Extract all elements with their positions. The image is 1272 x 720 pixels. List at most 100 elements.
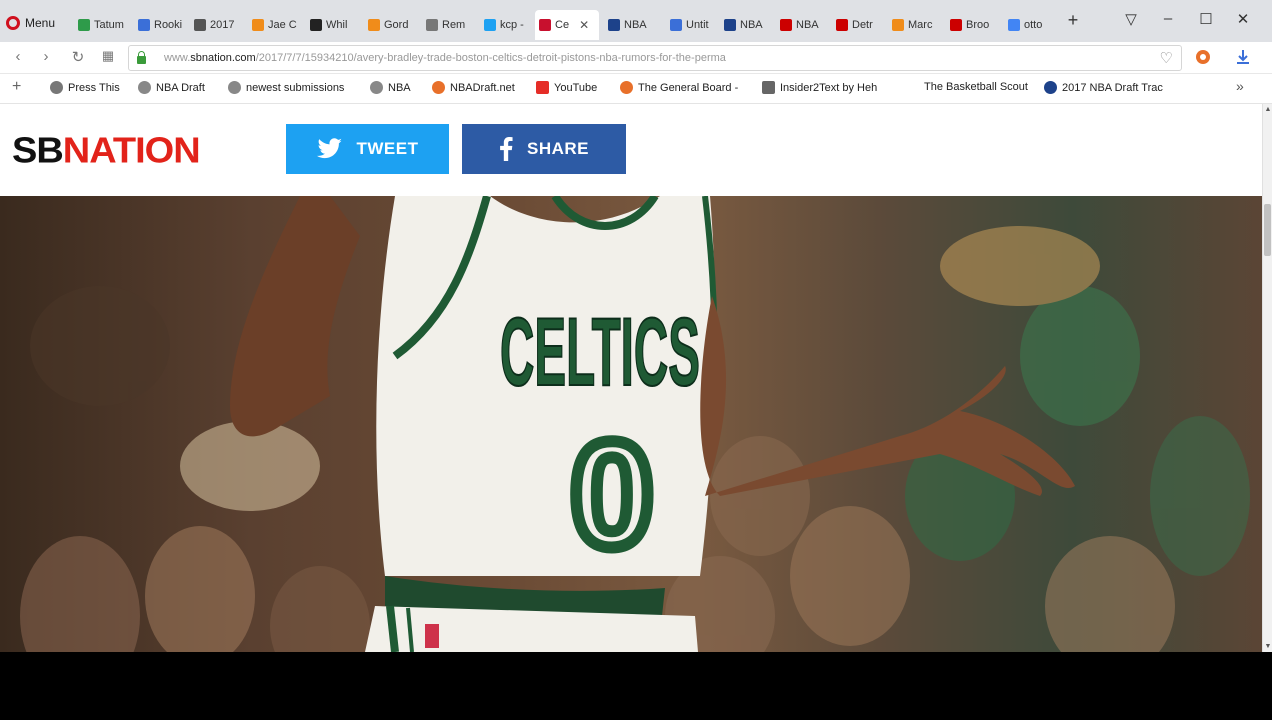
browser-tab[interactable]: Rooki <box>134 12 188 38</box>
tab-label: kcp - <box>500 19 524 31</box>
bookmark-label: Press This <box>68 81 120 94</box>
facebook-share-button[interactable]: SHARE <box>462 124 626 174</box>
bookmark-label: 2017 NBA Draft Trac <box>1062 81 1163 94</box>
browser-tab[interactable]: otto <box>1004 12 1058 38</box>
bookmark-item[interactable]: newest submissions <box>228 81 344 94</box>
scrollbar-thumb[interactable] <box>1264 204 1271 256</box>
reddit-icon <box>138 81 151 94</box>
logo-sb-text: SB <box>12 131 64 171</box>
menu-label: Menu <box>25 16 56 30</box>
basketball-icon <box>432 81 445 94</box>
tab-label: NBA <box>796 19 819 31</box>
bookmark-item[interactable]: YouTube <box>536 81 597 94</box>
bookmark-item[interactable]: Insider2Text by Heh <box>762 81 877 94</box>
speed-dial-icon[interactable]: ▦ <box>98 48 118 64</box>
tab-favicon-icon <box>194 19 206 31</box>
tab-favicon-icon <box>368 19 380 31</box>
tab-favicon-icon <box>426 19 438 31</box>
tab-label: Whil <box>326 19 348 31</box>
jersey-number-text: 0 <box>570 410 653 578</box>
reload-icon[interactable]: ↻ <box>68 48 88 66</box>
tab-label: Gord <box>384 19 409 31</box>
tab-label: Jae C <box>268 19 297 31</box>
tab-favicon-icon <box>484 19 496 31</box>
browser-tab[interactable]: Detr <box>832 12 886 38</box>
minimize-icon[interactable]: – <box>1157 10 1179 27</box>
browser-tab[interactable]: NBA <box>604 12 664 38</box>
bookmark-item[interactable]: The Basketball Scout <box>924 81 1028 93</box>
new-tab-icon[interactable]: + <box>1062 10 1084 31</box>
browser-tab[interactable]: Whil <box>306 12 362 38</box>
bookmark-label: Insider2Text by Heh <box>780 81 878 94</box>
tab-label: NBA <box>624 19 647 31</box>
browser-tab[interactable]: Tatum <box>74 12 130 38</box>
tab-label: Rem <box>442 19 466 31</box>
tab-favicon-icon <box>78 19 90 31</box>
tab-label: NBA <box>740 19 763 31</box>
tab-label: Marc <box>908 19 933 31</box>
bookmarks-bar: + Press This NBA Draft newest submissions N… <box>0 74 1272 104</box>
browser-tab[interactable]: 2017 <box>190 12 246 38</box>
tab-label: Tatum <box>94 19 124 31</box>
add-bookmark-icon[interactable]: + <box>12 78 21 96</box>
forward-icon[interactable]: › <box>36 48 56 65</box>
bookmark-item[interactable]: Press This <box>50 81 120 94</box>
browser-tab[interactable]: Broo <box>946 12 1002 38</box>
facebook-icon <box>500 137 513 161</box>
tab-favicon-icon <box>670 19 682 31</box>
bookmark-item[interactable]: NBA Draft <box>138 81 205 94</box>
browser-tab[interactable]: Marc <box>888 12 944 38</box>
tab-favicon-icon <box>780 19 792 31</box>
twitter-bird-icon <box>316 138 342 159</box>
tab-label: Ce <box>555 19 570 31</box>
browser-tab[interactable]: NBA <box>720 12 774 38</box>
bookmark-label: NBA Draft <box>156 81 205 94</box>
bookmark-label: The General Board - <box>638 81 739 94</box>
tab-label: 2017 <box>210 19 235 31</box>
tweet-button[interactable]: TWEET <box>286 124 449 174</box>
sbnation-logo[interactable]: SBNATION <box>12 131 201 172</box>
browser-tab[interactable]: Untit <box>666 12 718 38</box>
browser-tab[interactable]: Gord <box>364 12 420 38</box>
bookmark-item[interactable]: The General Board - <box>620 81 738 94</box>
bookmark-item[interactable]: NBA <box>370 81 411 94</box>
browser-tab[interactable]: Ce ✕ <box>535 10 599 40</box>
bookmark-item[interactable]: 2017 NBA Draft Trac <box>1044 81 1163 94</box>
tab-favicon-icon <box>138 19 150 31</box>
address-bar[interactable]: www. sbnation.com/2017/7/7/15934210/avery… <box>128 45 1182 71</box>
opera-menu-button[interactable]: Menu <box>6 12 55 34</box>
tab-menu-icon[interactable]: ▽ <box>1120 10 1142 28</box>
more-bookmarks-icon[interactable]: » <box>1236 78 1244 94</box>
globe-icon <box>1044 81 1057 94</box>
browser-tab[interactable]: NBA <box>776 12 830 38</box>
download-icon[interactable] <box>1234 48 1252 66</box>
browser-tab[interactable]: Jae C <box>248 12 304 38</box>
page-scrollbar[interactable]: ▲ ▼ <box>1262 104 1272 652</box>
jersey-team-text: CELTICS <box>500 298 700 406</box>
star-bookmark-icon <box>50 81 63 94</box>
scroll-up-icon[interactable]: ▲ <box>1263 106 1272 113</box>
back-icon[interactable]: ‹ <box>8 48 28 65</box>
heart-icon[interactable]: ♡ <box>1160 49 1173 67</box>
basketball-icon <box>620 81 633 94</box>
address-row: ‹ › ↻ ▦ www. sbnation.com/2017/7/7/159342… <box>0 42 1272 74</box>
extension-icon[interactable] <box>1194 48 1212 66</box>
maximize-icon[interactable]: ☐ <box>1195 10 1217 28</box>
site-header: SBNATION TWEET SHARE <box>0 104 1262 196</box>
tab-label: otto <box>1024 19 1043 31</box>
reddit-icon <box>370 81 383 94</box>
bookmark-item[interactable]: NBADraft.net <box>432 81 515 94</box>
browser-tab[interactable]: kcp - <box>480 12 534 38</box>
tab-favicon-icon <box>539 19 551 31</box>
browser-tab[interactable]: Rem <box>422 12 478 38</box>
bookmark-label: newest submissions <box>246 81 345 94</box>
close-window-icon[interactable]: ✕ <box>1232 10 1254 28</box>
tab-favicon-icon <box>892 19 904 31</box>
opera-logo-icon <box>6 16 20 30</box>
tab-favicon-icon <box>950 19 962 31</box>
bookmark-label: NBADraft.net <box>450 81 515 94</box>
scroll-down-icon[interactable]: ▼ <box>1263 643 1272 650</box>
tab-close-icon[interactable]: ✕ <box>579 18 589 32</box>
tab-label: Rooki <box>154 19 183 31</box>
youtube-icon <box>536 81 549 94</box>
